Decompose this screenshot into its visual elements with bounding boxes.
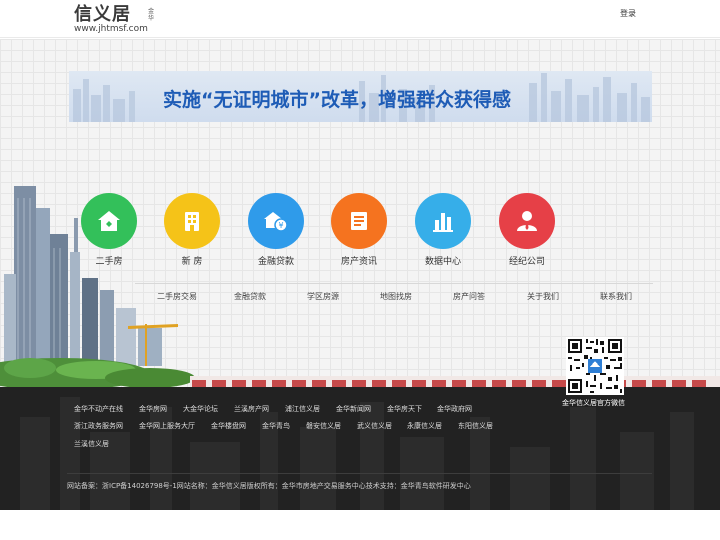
secondary-nav: 二手房交易 金融贷款 学区房源 地图找房 房产问答 关于我们 联系我们	[135, 283, 653, 305]
promo-banner[interactable]: 实施“无证明城市”改革，增强群众获得感	[69, 71, 652, 122]
subnav-item[interactable]: 联系我们	[600, 291, 632, 302]
wechat-qr-code[interactable]	[566, 337, 624, 395]
feature-finance-loan[interactable]: ¥ 金融贷款	[246, 193, 306, 267]
page-bottom	[0, 510, 720, 540]
footer-link[interactable]: 永康信义居	[407, 421, 442, 431]
logo-text: 信义居	[74, 4, 131, 25]
feature-property-news[interactable]: 房产资讯	[329, 193, 389, 267]
subnav-item[interactable]: 金融贷款	[234, 291, 266, 302]
login-link[interactable]: 登录	[620, 8, 636, 19]
feature-label: 数据中心	[424, 257, 461, 267]
subnav-item[interactable]: 关于我们	[527, 291, 559, 302]
feature-circle	[81, 193, 137, 249]
footer-link[interactable]: 金华房网	[139, 404, 167, 414]
footer-link[interactable]: 磐安信义居	[306, 421, 341, 431]
feature-circle	[499, 193, 555, 249]
news-icon	[351, 212, 367, 230]
agent-icon	[517, 211, 537, 231]
footer-link[interactable]: 金华网上服务大厅	[139, 421, 195, 431]
house-icon	[98, 211, 120, 231]
logo-url: www.jhtmsf.com	[74, 24, 148, 34]
feature-brokerage[interactable]: 经纪公司	[497, 193, 557, 267]
feature-circle	[415, 193, 471, 249]
subnav-item[interactable]: 二手房交易	[157, 291, 197, 302]
feature-new-house[interactable]: 新 房	[162, 193, 222, 267]
svg-text:¥: ¥	[278, 221, 283, 230]
qr-caption: 金华信义居官方微信	[562, 399, 625, 407]
footer-link[interactable]: 金华政府网	[437, 404, 472, 414]
footer-copyright: 网站备案：浙ICP备14026798号-1网站名称：金华信义居版权所有：金华市房…	[67, 482, 471, 490]
footer-divider	[67, 473, 652, 474]
footer-link[interactable]: 金华新闻网	[336, 404, 371, 414]
building-icon	[185, 212, 199, 231]
feature-second-hand-house[interactable]: 二手房	[79, 193, 139, 267]
feature-label: 二手房	[95, 257, 123, 267]
footer-link[interactable]: 兰溪信义居	[74, 439, 109, 449]
footer-link[interactable]: 大金华论坛	[183, 404, 218, 414]
footer-link[interactable]: 金华青鸟	[262, 421, 290, 431]
page: 信义居 金华 www.jhtmsf.com 登录 实施“无证明城市”改革，增强群…	[0, 0, 720, 540]
feature-circle	[164, 193, 220, 249]
footer-link[interactable]: 金华楼盘网	[211, 421, 246, 431]
footer-link[interactable]: 浦江信义居	[285, 404, 320, 414]
footer-link[interactable]: 武义信义居	[357, 421, 392, 431]
feature-label: 房产资讯	[340, 257, 377, 267]
subnav-item[interactable]: 地图找房	[380, 291, 412, 302]
footer-link[interactable]: 浙江政务服务网	[74, 421, 123, 431]
subnav-item[interactable]: 学区房源	[307, 291, 339, 302]
footer-link[interactable]: 金华不动产在线	[74, 404, 123, 414]
footer-link[interactable]: 兰溪房产网	[234, 404, 269, 414]
feature-circle	[331, 193, 387, 249]
feature-circle: ¥	[248, 193, 304, 249]
feature-label: 金融贷款	[257, 257, 294, 267]
site-logo[interactable]: 信义居 金华 www.jhtmsf.com	[74, 5, 154, 35]
footer-link[interactable]: 金华房天下	[387, 404, 422, 414]
subnav-item[interactable]: 房产问答	[453, 291, 485, 302]
qr-code-icon	[566, 337, 624, 395]
feature-label: 经纪公司	[508, 257, 545, 267]
bar-chart-icon	[433, 213, 453, 232]
money-house-icon: ¥	[264, 212, 288, 232]
feature-label: 新 房	[181, 257, 203, 267]
logo-city: 金华	[148, 8, 155, 22]
header: 信义居 金华 www.jhtmsf.com 登录	[0, 0, 720, 38]
banner-headline: 实施“无证明城市”改革，增强群众获得感	[163, 89, 511, 111]
feature-data-center[interactable]: 数据中心	[413, 193, 473, 267]
footer-link[interactable]: 东阳信义居	[458, 421, 493, 431]
